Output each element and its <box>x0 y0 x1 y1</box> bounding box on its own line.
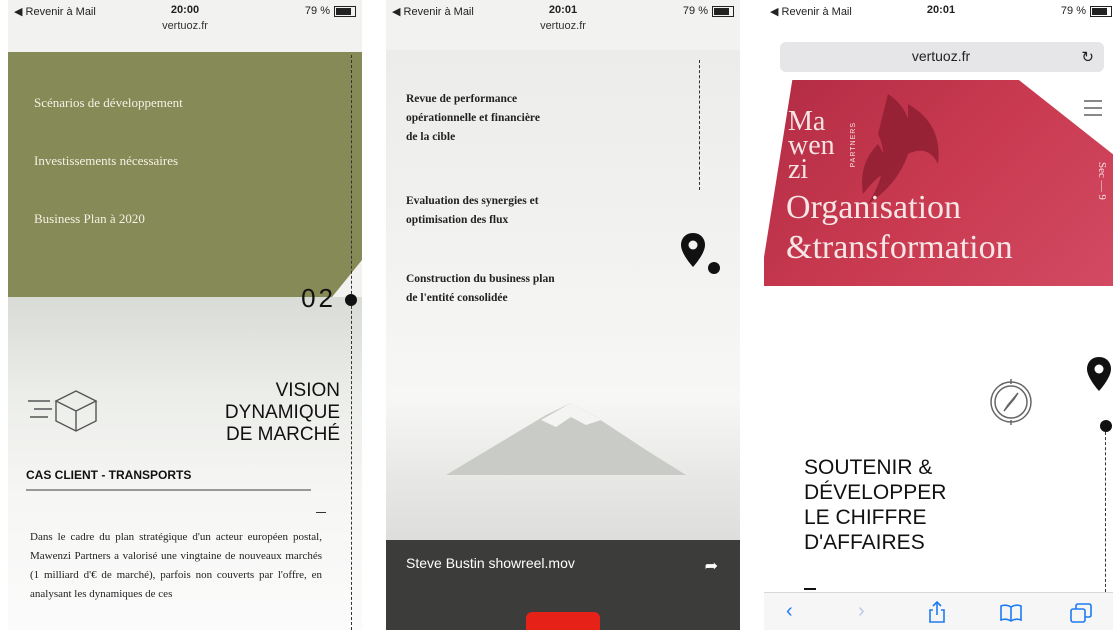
url-label[interactable]: vertuoz.fr <box>764 48 1113 64</box>
bookmarks-icon[interactable] <box>1000 604 1022 622</box>
back-chevron-icon[interactable]: ‹ <box>786 600 793 623</box>
battery-level: 79 % <box>682 5 708 17</box>
battery-level: 79 % <box>1060 5 1086 17</box>
location-pin-icon <box>1087 357 1111 391</box>
case-label: CAS CLIENT - TRANSPORTS <box>26 468 192 482</box>
box-icon <box>28 390 98 432</box>
battery-level: 79 % <box>304 5 330 17</box>
status-bar: ◀ Revenir à Mail 20:01 79 % <box>764 0 1113 22</box>
timeline-dot <box>708 262 720 274</box>
list-item: Evaluation des synergies et optimisation… <box>406 195 539 226</box>
mountain-illustration <box>446 403 686 475</box>
divider <box>26 489 311 491</box>
location-pin-icon <box>681 233 705 267</box>
phone-screen-3: ◀ Revenir à Mail 20:01 79 % vertuoz.fr ↻… <box>764 0 1113 630</box>
timeline-line <box>351 55 352 630</box>
hamburger-menu-icon[interactable] <box>1084 100 1102 121</box>
dash-mark <box>804 588 816 590</box>
hero-title-line1: Organisation <box>786 189 962 226</box>
menu-item-business-plan[interactable]: Business Plan à 2020 <box>34 211 145 227</box>
battery-icon <box>334 5 356 17</box>
forward-chevron-icon[interactable]: › <box>858 600 865 623</box>
reload-icon[interactable]: ↻ <box>1081 48 1094 66</box>
section-number: 02 <box>301 283 336 313</box>
play-button[interactable] <box>526 612 600 630</box>
list-item: Construction du business plan de l'entit… <box>406 273 555 304</box>
menu-item-investissements[interactable]: Investissements nécessaires <box>34 153 178 169</box>
share-arrow-icon[interactable]: ➦ <box>705 556 718 576</box>
timeline-dot <box>345 294 357 306</box>
olive-panel <box>8 52 362 297</box>
url-label[interactable]: vertuoz.fr <box>8 20 362 32</box>
compass-icon <box>990 379 1032 425</box>
phone-screen-2: ◀ Revenir à Mail 20:01 79 % vertuoz.fr R… <box>386 0 740 630</box>
tabs-icon[interactable] <box>1070 603 1092 623</box>
battery-icon <box>1090 5 1112 17</box>
status-bar: ◀ Revenir à Mail 20:01 79 % <box>386 0 740 22</box>
share-icon[interactable] <box>928 601 946 623</box>
menu-item-scenarios[interactable]: Scénarios de développement <box>34 95 183 111</box>
section-headline: SOUTENIR & DÉVELOPPER LE CHIFFRE D'AFFAI… <box>804 456 947 554</box>
phone-screen-1: ◀ Revenir à Mail 20:00 79 % vertuoz.fr S… <box>8 0 362 630</box>
section-title: VISION DYNAMIQUE DE MARCHÉ <box>224 380 340 445</box>
video-title: Steve Bustin showreel.mov <box>406 555 575 571</box>
timeline-line <box>699 60 700 190</box>
dash-mark <box>316 512 326 513</box>
panel-notch <box>332 260 362 297</box>
battery-icon <box>712 5 734 17</box>
brand-partners: PARTNERS <box>850 122 857 168</box>
timeline-line <box>1105 432 1106 592</box>
case-paragraph: Dans le cadre du plan stratégique d'un a… <box>30 531 322 600</box>
url-label[interactable]: vertuoz.fr <box>386 20 740 32</box>
brand-logo[interactable]: Ma wen zi <box>788 108 835 184</box>
hero-title-line2: &transformation <box>786 229 1013 266</box>
status-bar: ◀ Revenir à Mail 20:00 79 % <box>8 0 362 22</box>
list-item: Revue de performance opérationnelle et f… <box>406 93 540 143</box>
timeline-dot <box>1100 420 1112 432</box>
side-label: Sec — 9 <box>1096 162 1108 200</box>
